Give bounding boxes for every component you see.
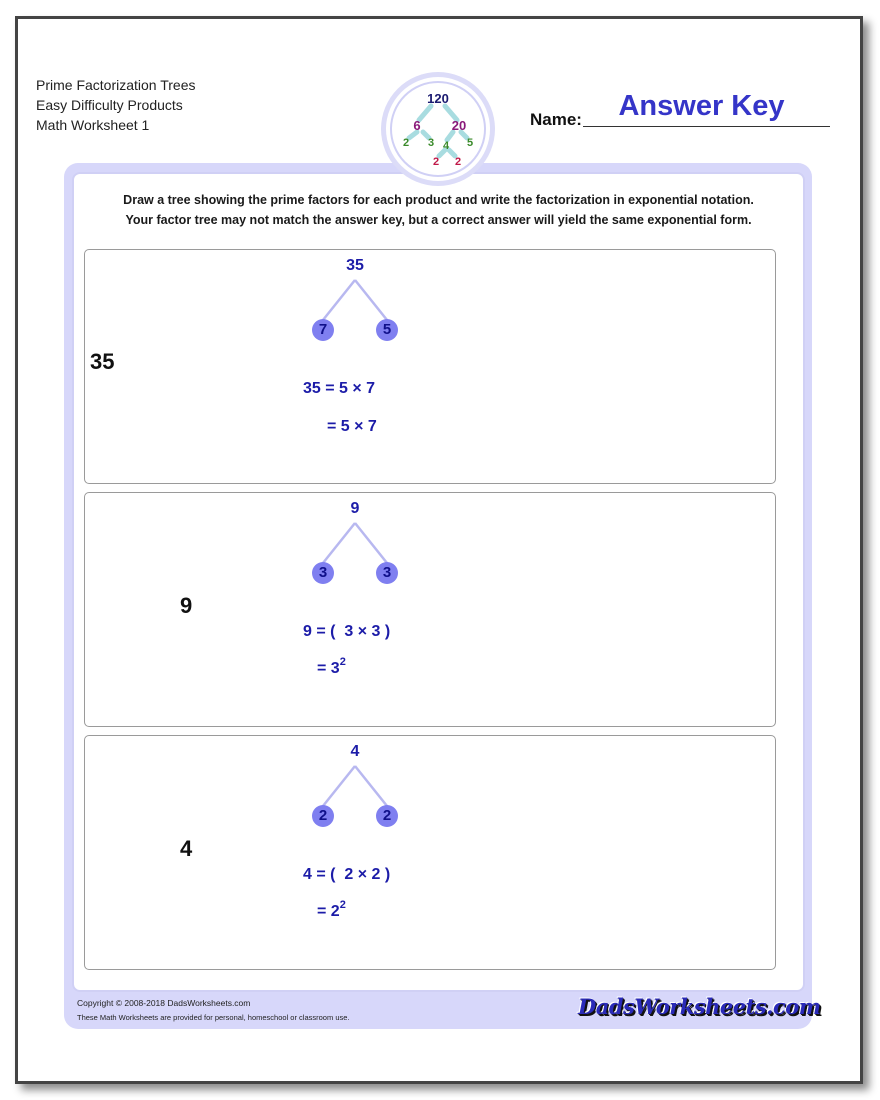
- brand-logo: DadsWorksheets.com: [578, 994, 821, 1019]
- svg-text:6: 6: [413, 118, 420, 133]
- worksheet-number: Math Worksheet 1: [36, 117, 150, 133]
- worksheet-difficulty: Easy Difficulty Products: [36, 97, 183, 113]
- svg-text:5: 5: [467, 137, 473, 149]
- copyright-text: Copyright © 2008-2018 DadsWorksheets.com: [77, 998, 251, 1008]
- svg-text:2: 2: [433, 156, 439, 168]
- svg-text:4: 4: [443, 140, 450, 152]
- tree-leaf: 2: [376, 805, 398, 827]
- svg-text:3: 3: [428, 137, 434, 149]
- exponential-form: = 22: [317, 899, 346, 920]
- exponential-form: = 5 × 7: [327, 418, 377, 435]
- name-value: Answer Key: [618, 90, 785, 122]
- usage-notice: These Math Worksheets are provided for p…: [77, 1013, 350, 1022]
- tree-leaf: 3: [376, 562, 398, 584]
- problem-number: 9: [180, 593, 193, 618]
- worksheet-title: Prime Factorization Trees: [36, 77, 196, 93]
- factor-tree-icon: 120 6 20 2 3 4 5 2 2: [381, 72, 495, 186]
- problem-card: [84, 249, 776, 484]
- exponential-form: = 32: [317, 656, 346, 677]
- factorization-equation: 4 = ( 2 × 2 ): [303, 866, 391, 883]
- logo-root: 120: [427, 91, 449, 106]
- tree-leaf: 3: [312, 562, 334, 584]
- instructions-line-2: Your factor tree may not match the answe…: [125, 213, 752, 227]
- problem-number: 4: [180, 836, 193, 861]
- factorization-equation: 9 = ( 3 × 3 ): [303, 623, 391, 640]
- name-label: Name:: [530, 110, 582, 129]
- instructions-line-1: Draw a tree showing the prime factors fo…: [123, 193, 754, 207]
- svg-text:20: 20: [452, 118, 466, 133]
- factorization-equation: 35 = 5 × 7: [303, 380, 376, 397]
- problem-number: 35: [90, 349, 115, 374]
- svg-text:2: 2: [455, 156, 461, 168]
- svg-text:2: 2: [403, 137, 409, 149]
- name-field[interactable]: [583, 126, 830, 127]
- tree-leaf: 7: [312, 319, 334, 341]
- tree-leaf: 5: [376, 319, 398, 341]
- tree-leaf: 2: [312, 805, 334, 827]
